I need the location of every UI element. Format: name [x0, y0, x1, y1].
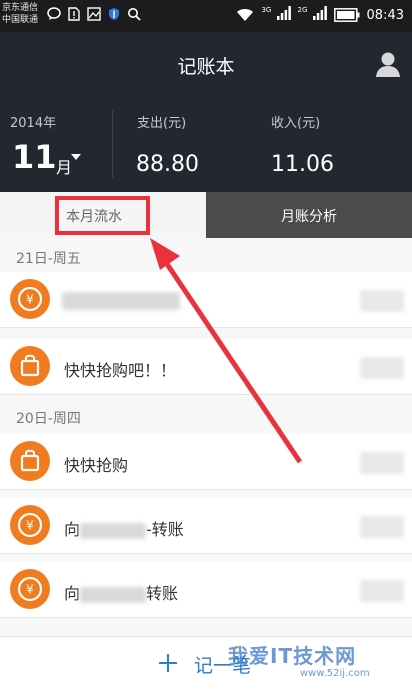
carrier-secondary: 中国联通 — [2, 15, 39, 25]
list-item[interactable]: 快快抢购吧！！ — [0, 339, 412, 395]
list-item[interactable]: ¥ 向 -转账 — [0, 498, 412, 554]
search-icon — [128, 8, 141, 21]
list-item[interactable]: 快快抢购 — [0, 434, 412, 490]
redacted-amount — [360, 290, 404, 312]
tab-monthly-analysis-label: 月账分析 — [281, 209, 337, 225]
redacted-amount — [360, 357, 404, 379]
signal-2g-label: 2G — [297, 6, 308, 14]
monthly-summary: 2014年 11 月 支出(元) 88.80 收入(元) 11.06 — [0, 96, 412, 192]
redacted-amount — [360, 516, 404, 538]
watermark-text: 我爱IT技术网 — [228, 644, 357, 668]
caret-down-icon[interactable] — [71, 154, 81, 160]
carrier-names: 京东通信 中国联通 — [2, 2, 38, 26]
yuan-coin-icon: ¥ — [10, 505, 50, 545]
svg-text:¥: ¥ — [26, 293, 34, 307]
signal-2g: 2G — [298, 6, 327, 24]
status-right: 3G 2G 08:43 — [236, 6, 404, 24]
redacted-name — [80, 522, 147, 539]
list-item-title: 向 -转账 — [64, 516, 184, 540]
signal-3g: 3G — [261, 6, 291, 24]
battery-icon — [333, 8, 360, 22]
notification-icons — [47, 7, 141, 21]
wifi-icon — [237, 9, 254, 21]
month-value[interactable]: 11 — [12, 138, 57, 176]
list-item[interactable]: ¥ — [0, 272, 412, 328]
watermark-url: www.52ij.com — [300, 668, 370, 679]
user-icon[interactable] — [374, 50, 402, 78]
app-bar: 记账本 — [0, 32, 412, 96]
title-suffix: 转账 — [146, 584, 179, 603]
message-bubble-icon — [47, 7, 61, 20]
list-item[interactable]: ¥ 向 转账 — [0, 562, 412, 618]
shopping-bag-icon — [10, 346, 50, 386]
plus-icon[interactable] — [158, 653, 178, 673]
year-label: 2014年 — [10, 116, 57, 131]
image-icon — [87, 7, 101, 21]
svg-text:¥: ¥ — [26, 583, 34, 597]
list-item-title: 快快抢购吧！！ — [64, 361, 177, 380]
yuan-coin-icon: ¥ — [10, 279, 50, 319]
income-value: 11.06 — [271, 152, 334, 177]
day-header: 20日-周四 — [16, 411, 81, 427]
redacted-name — [80, 586, 147, 603]
shopping-bag-icon — [10, 441, 50, 481]
annotation-highlight-box — [55, 196, 150, 235]
svg-text:¥: ¥ — [26, 519, 34, 533]
day-header: 21日-周五 — [16, 251, 81, 267]
tab-monthly-analysis[interactable]: 月账分析 — [206, 192, 412, 238]
shield-icon — [109, 8, 119, 20]
month-unit[interactable]: 月 — [56, 154, 72, 178]
expense-label: 支出(元) — [137, 116, 187, 131]
clock: 08:43 — [366, 7, 404, 23]
transaction-list[interactable]: 21日-周五 ¥ 快快抢购吧！！ 20日-周四 快快抢购 ¥ 向 -转账 ¥ 向… — [0, 238, 412, 638]
status-bar: 京东通信 中国联通 3G 2G 08:43 — [0, 0, 412, 32]
yuan-coin-icon: ¥ — [10, 569, 50, 609]
title-prefix: 向 — [64, 584, 81, 603]
signal-3g-label: 3G — [261, 6, 272, 14]
signal-bars-icon — [312, 6, 327, 20]
redacted-amount — [360, 452, 404, 474]
expense-value: 88.80 — [136, 152, 199, 177]
income-label: 收入(元) — [271, 116, 321, 131]
list-item-title: 向 转账 — [64, 580, 178, 604]
list-item-title: 快快抢购 — [64, 456, 129, 475]
redacted-title — [62, 292, 180, 310]
page-title: 记账本 — [177, 56, 235, 78]
summary-divider — [112, 110, 113, 178]
title-prefix: 向 — [64, 520, 81, 539]
sim-alert-icon — [68, 7, 80, 21]
signal-bars-icon — [276, 6, 291, 20]
carrier-primary: 京东通信 — [2, 3, 39, 13]
title-suffix: -转账 — [146, 520, 184, 539]
redacted-amount — [360, 580, 404, 602]
